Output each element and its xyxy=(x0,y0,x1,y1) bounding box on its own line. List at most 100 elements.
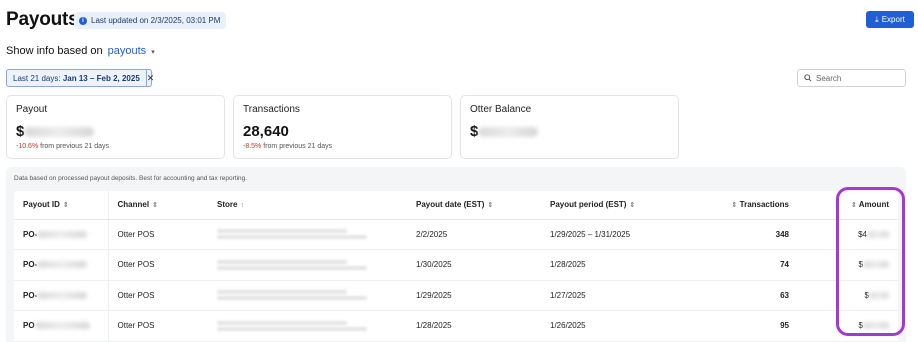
transactions-card-delta-suffix: from previous 21 days xyxy=(263,143,333,150)
payout-period-cell: 1/27/2025 xyxy=(541,280,707,311)
transactions-cell: 95 xyxy=(707,310,798,342)
date-filter-text: Last 21 days: Jan 13 – Feb 2, 2025 xyxy=(7,74,146,83)
amount-cell: $4 xyxy=(798,219,898,250)
show-info-label: Show info based on xyxy=(6,45,103,57)
amount-cell: $ xyxy=(798,280,898,311)
redacted-value xyxy=(37,230,88,238)
payout-id-cell[interactable]: PO xyxy=(14,310,109,342)
date-filter-range: Jan 13 – Feb 2, 2025 xyxy=(62,73,140,83)
table-row[interactable]: PO- Otter POS 2/2/2025 1/29/2025 – 1/31/… xyxy=(14,219,898,250)
transactions-card: Transactions 28,640 -8.5% from previous … xyxy=(233,95,452,159)
date-filter-prefix: Last 21 days: xyxy=(13,73,61,83)
show-info-selector: Show info based on payouts ▾ xyxy=(6,45,155,57)
redacted-value xyxy=(217,259,347,264)
payout-card-delta-suffix: from previous 21 days xyxy=(40,143,110,150)
otter-balance-currency: $ xyxy=(470,123,479,140)
redacted-value xyxy=(869,291,889,299)
redacted-value xyxy=(863,322,889,330)
redacted-value xyxy=(34,322,90,330)
table-header-row: Payout ID ⇕ Channel ⇕ Store ↑ Payout date (… xyxy=(14,191,898,220)
search-icon xyxy=(804,74,812,82)
column-header-payout-date[interactable]: Payout date (EST) ⇕ xyxy=(407,191,541,220)
redacted-value xyxy=(37,291,88,299)
channel-cell: Otter POS xyxy=(108,280,208,311)
table-row[interactable]: PO- Otter POS 1/30/2025 1/28/2025 74 $ xyxy=(14,249,898,281)
column-label: Payout period (EST) xyxy=(550,200,627,210)
payout-id-cell[interactable]: PO- xyxy=(14,219,109,250)
payout-period-cell: 1/26/2025 xyxy=(541,310,707,342)
redacted-value xyxy=(217,229,347,234)
amount-prefix: $4 xyxy=(858,229,867,239)
sort-icon: ⇕ xyxy=(731,202,738,210)
redacted-value xyxy=(863,261,889,269)
table-row[interactable]: PO- Otter POS 1/29/2025 1/27/2025 63 $ xyxy=(14,280,898,311)
channel-cell: Otter POS xyxy=(108,249,208,281)
column-label: Transactions xyxy=(739,200,789,210)
payout-date-cell: 1/28/2025 xyxy=(407,310,541,342)
payout-id-prefix: PO xyxy=(23,321,35,331)
payout-id-prefix: PO- xyxy=(23,260,38,270)
column-label: Payout ID xyxy=(23,200,60,210)
transactions-cell: 348 xyxy=(707,219,798,250)
redacted-value xyxy=(217,296,367,301)
close-icon[interactable]: ✕ xyxy=(145,70,154,86)
payouts-table-panel: Data based on processed payout deposits.… xyxy=(6,167,906,342)
payout-date-cell: 2/2/2025 xyxy=(407,219,541,250)
column-header-channel[interactable]: Channel ⇕ xyxy=(108,191,208,220)
payout-id-cell[interactable]: PO- xyxy=(14,249,109,281)
table-note: Data based on processed payout deposits.… xyxy=(14,175,248,182)
search-input[interactable]: Search xyxy=(797,69,906,87)
payout-card-delta: -10.6% from previous 21 days xyxy=(16,143,215,150)
page-title: Payouts xyxy=(6,9,79,30)
search-placeholder: Search xyxy=(816,73,842,83)
transactions-card-delta: -8.5% from previous 21 days xyxy=(243,143,442,150)
column-header-store[interactable]: Store ↑ xyxy=(208,191,407,220)
transactions-card-value: 28,640 xyxy=(243,123,289,140)
amount-cell: $ xyxy=(798,310,898,342)
otter-balance-card-label: Otter Balance xyxy=(470,104,532,115)
sort-icon: ⇕ xyxy=(152,202,158,210)
otter-balance-card-value: $ xyxy=(470,123,669,140)
redacted-value xyxy=(478,126,539,137)
date-filter-chip[interactable]: Last 21 days: Jan 13 – Feb 2, 2025 ✕ xyxy=(6,69,154,87)
payout-id-prefix: PO- xyxy=(23,290,38,300)
column-header-payout-period[interactable]: Payout period (EST) ⇕ xyxy=(541,191,707,220)
download-icon: ⤓ xyxy=(875,14,879,24)
column-label: Amount xyxy=(858,200,889,210)
redacted-value xyxy=(37,261,88,269)
transactions-card-delta-value: -8.5% xyxy=(243,143,262,150)
payout-id-cell[interactable]: PO- xyxy=(14,280,109,311)
show-info-dropdown[interactable]: payouts ▾ xyxy=(108,45,155,57)
payout-date-cell: 1/30/2025 xyxy=(407,249,541,281)
transactions-card-label: Transactions xyxy=(243,104,300,115)
transactions-cell: 63 xyxy=(707,280,798,311)
column-header-amount[interactable]: ⇕ Amount xyxy=(798,191,898,220)
channel-cell: Otter POS xyxy=(108,310,208,342)
chevron-down-icon: ▾ xyxy=(151,49,155,56)
column-header-payout-id[interactable]: Payout ID ⇕ xyxy=(14,191,109,220)
column-label: Payout date (EST) xyxy=(416,200,485,210)
channel-cell: Otter POS xyxy=(108,219,208,250)
payout-card: Payout $ -10.6% from previous 21 days xyxy=(6,95,225,159)
export-button[interactable]: ⤓ Export xyxy=(866,11,914,28)
show-info-value: payouts xyxy=(107,45,147,57)
store-cell xyxy=(208,249,407,281)
column-label: Store xyxy=(217,200,238,210)
store-cell xyxy=(208,219,407,250)
transactions-cell: 74 xyxy=(707,249,798,281)
redacted-value xyxy=(217,235,367,240)
payout-card-label: Payout xyxy=(16,104,48,115)
redacted-value xyxy=(217,326,367,331)
payout-card-value: $ xyxy=(16,123,215,140)
redacted-value xyxy=(867,230,889,238)
info-icon: i xyxy=(79,16,87,25)
sort-icon: ⇕ xyxy=(487,202,494,210)
store-cell xyxy=(208,280,407,311)
sort-icon: ⇕ xyxy=(62,202,69,210)
redacted-value xyxy=(217,265,367,270)
sort-ascending-icon: ↑ xyxy=(240,202,244,210)
payouts-table: Payout ID ⇕ Channel ⇕ Store ↑ Payout date (… xyxy=(14,191,898,342)
amount-cell: $ xyxy=(798,249,898,281)
column-header-transactions[interactable]: ⇕ Transactions xyxy=(707,191,798,220)
table-row[interactable]: PO Otter POS 1/28/2025 1/26/2025 95 $ xyxy=(14,310,898,342)
